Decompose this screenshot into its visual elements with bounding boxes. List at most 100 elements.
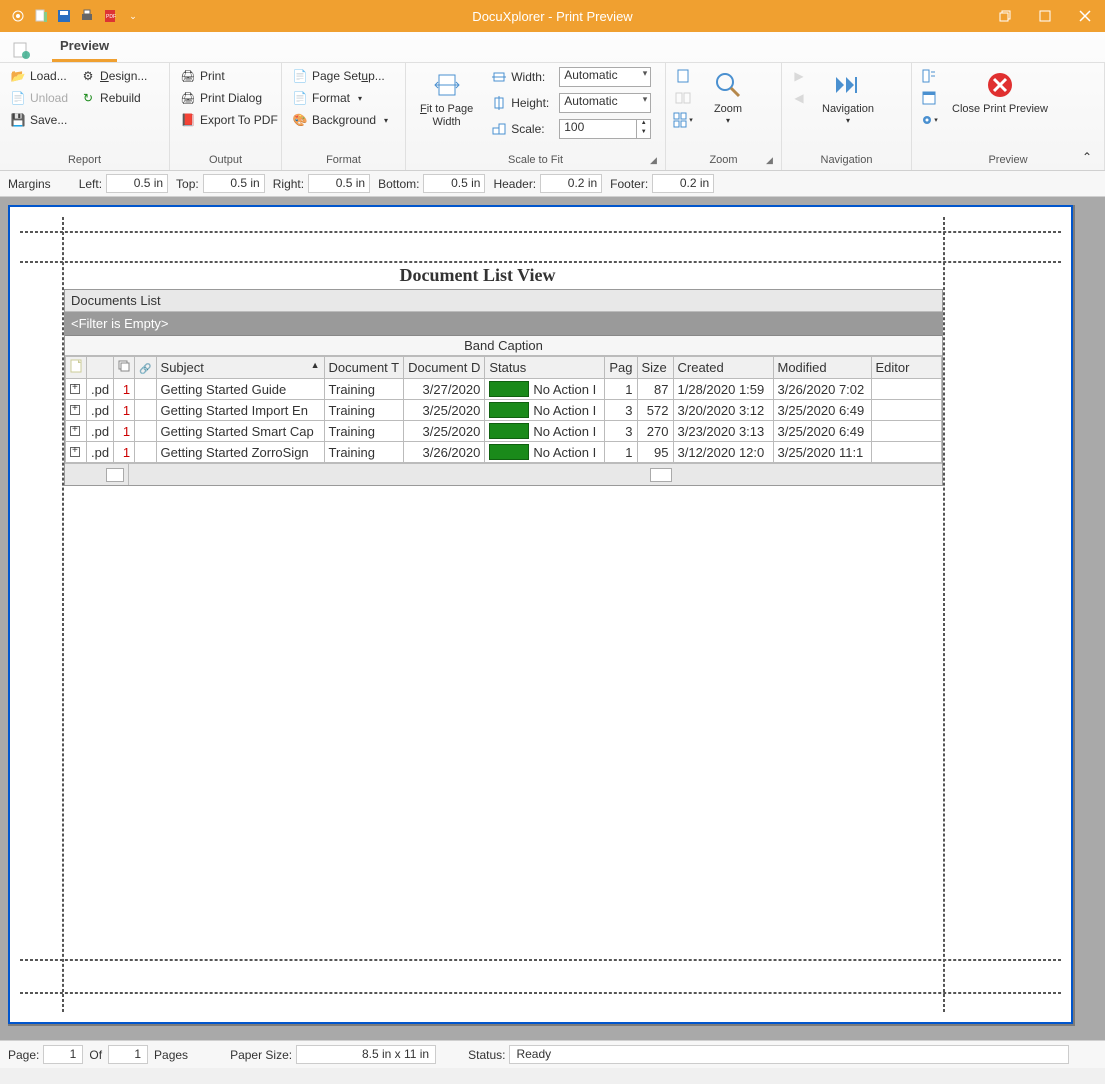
height-select[interactable]: Automatic (559, 93, 651, 113)
expand-icon[interactable] (70, 384, 80, 394)
expand-icon[interactable] (70, 426, 80, 436)
zoom-multipage-button[interactable]: ▾ (672, 109, 694, 131)
spin-up[interactable]: ▲ (636, 120, 650, 129)
group-label: Zoom (672, 152, 775, 170)
status-swatch (489, 381, 529, 397)
qat-save-icon[interactable] (54, 6, 74, 26)
rebuild-button[interactable]: ↻Rebuild (76, 87, 151, 109)
fit-page-width-button[interactable]: Fit to PageWidth (412, 65, 481, 133)
close-button[interactable] (1065, 0, 1105, 32)
restore-down-button[interactable] (985, 0, 1025, 32)
ext-cell: .pd (87, 379, 114, 400)
doctype-cell: Training (324, 442, 404, 463)
grid-filter-row: <Filter is Empty> (65, 312, 942, 336)
qat-page-icon[interactable] (31, 6, 51, 26)
window-title: DocuXplorer - Print Preview (472, 9, 632, 24)
print-button[interactable]: 🖨Print (176, 65, 282, 87)
pages-cell: 1 (605, 379, 637, 400)
bottom-field[interactable]: 0.5 in (423, 174, 485, 193)
design-button[interactable]: ⚙Design... (76, 65, 151, 87)
width-label: Width: (511, 70, 555, 84)
ribbon-group-output: 🖨Print 🖨Print Dialog 📕Export To PDF Outp… (170, 63, 282, 170)
print-dialog-button[interactable]: 🖨Print Dialog (176, 87, 282, 109)
status-cell: No Action I (485, 379, 605, 400)
ribbon-group-zoom: ▾ Zoom ▾ Zoom ◢ (666, 63, 782, 170)
load-button[interactable]: 📂Load... (6, 65, 72, 87)
scale-dialog-launcher[interactable]: ◢ (650, 155, 662, 167)
ribbon-group-navigation: ▶ ◀ Navigation ▾ Navigation (782, 63, 912, 170)
page-label: Page: (8, 1048, 39, 1062)
width-select[interactable]: Automatic (559, 67, 651, 87)
view-options-button[interactable]: ▾ (918, 109, 940, 131)
preview-canvas[interactable]: Document List View Documents List <Filte… (0, 197, 1105, 1040)
modified-cell: 3/25/2020 6:49 (773, 400, 871, 421)
column-header: Status (485, 357, 605, 379)
modified-cell: 3/26/2020 7:02 (773, 379, 871, 400)
headerfooter-button[interactable] (918, 87, 940, 109)
index-cell: 1 (114, 379, 135, 400)
doctype-cell: Training (324, 400, 404, 421)
doctype-cell: Training (324, 421, 404, 442)
close-icon (984, 69, 1016, 101)
qat-pdf-icon[interactable]: PDF (100, 6, 120, 26)
header-label: Header: (493, 177, 536, 191)
scale-label: Scale: (511, 122, 555, 136)
expand-icon[interactable] (70, 405, 80, 415)
footer-field[interactable]: 0.2 in (652, 174, 714, 193)
pages-cell: 3 (605, 421, 637, 442)
group-label: Scale to Fit (412, 152, 659, 170)
subject-cell: Getting Started Guide (156, 379, 324, 400)
column-header: Created (673, 357, 773, 379)
column-header: Pag (605, 357, 637, 379)
ribbon: Preview 📂Load... 📄Unload 💾Save... ⚙Desig… (0, 32, 1105, 171)
qat-settings-icon[interactable] (8, 6, 28, 26)
save-icon: 💾 (10, 112, 26, 128)
unload-button[interactable]: 📄Unload (6, 87, 72, 109)
table-row: .pd1Getting Started Smart CapTraining3/2… (66, 421, 942, 442)
spin-down[interactable]: ▼ (636, 129, 650, 138)
table-row: .pd1Getting Started ZorroSignTraining3/2… (66, 442, 942, 463)
file-menu-button[interactable] (8, 38, 34, 62)
papersize-label: Paper Size: (230, 1048, 292, 1062)
qat-dropdown-icon[interactable]: ⌄ (123, 6, 143, 26)
zoom-onepage-button[interactable] (672, 65, 694, 87)
page-setup-button[interactable]: 📄Page Setup... (288, 65, 392, 87)
zoom-button[interactable]: Zoom ▾ (698, 65, 758, 129)
group-label: Navigation (788, 152, 905, 170)
export-pdf-button[interactable]: 📕Export To PDF (176, 109, 282, 131)
column-header: Size (637, 357, 673, 379)
qat-print-icon[interactable] (77, 6, 97, 26)
magnifier-icon (712, 69, 744, 101)
expand-icon[interactable] (70, 447, 80, 457)
zoom-dialog-launcher[interactable]: ◢ (766, 155, 778, 167)
thumbnails-button[interactable] (918, 65, 940, 87)
pages-cell: 3 (605, 400, 637, 421)
pdf-icon: 📕 (180, 112, 196, 128)
nav-prev-button[interactable]: ◀ (788, 87, 810, 109)
tab-preview[interactable]: Preview (52, 34, 117, 62)
zoom-twopage-button[interactable] (672, 87, 694, 109)
left-field[interactable]: 0.5 in (106, 174, 168, 193)
editor-cell (871, 421, 942, 442)
pages-label: Pages (154, 1048, 188, 1062)
scale-spinner[interactable]: 100▲▼ (559, 119, 651, 139)
right-field[interactable]: 0.5 in (308, 174, 370, 193)
top-field[interactable]: 0.5 in (203, 174, 265, 193)
navigation-button[interactable]: Navigation ▾ (814, 65, 882, 129)
page-field[interactable]: 1 (43, 1045, 83, 1064)
created-cell: 3/20/2020 3:12 (673, 400, 773, 421)
nav-first-button[interactable]: ▶ (788, 65, 810, 87)
maximize-button[interactable] (1025, 0, 1065, 32)
scale-icon (491, 121, 507, 137)
size-cell: 270 (637, 421, 673, 442)
status-swatch (489, 444, 529, 460)
paint-icon: 🎨 (292, 112, 308, 128)
format-dropdown[interactable]: 📄Format ▾ (288, 87, 392, 109)
status-cell: No Action I (485, 442, 605, 463)
header-field[interactable]: 0.2 in (540, 174, 602, 193)
preview-page: Document List View Documents List <Filte… (8, 205, 1073, 1024)
background-dropdown[interactable]: 🎨Background ▾ (288, 109, 392, 131)
save-button[interactable]: 💾Save... (6, 109, 72, 131)
column-header (114, 357, 135, 379)
close-preview-button[interactable]: Close Print Preview (944, 65, 1056, 120)
